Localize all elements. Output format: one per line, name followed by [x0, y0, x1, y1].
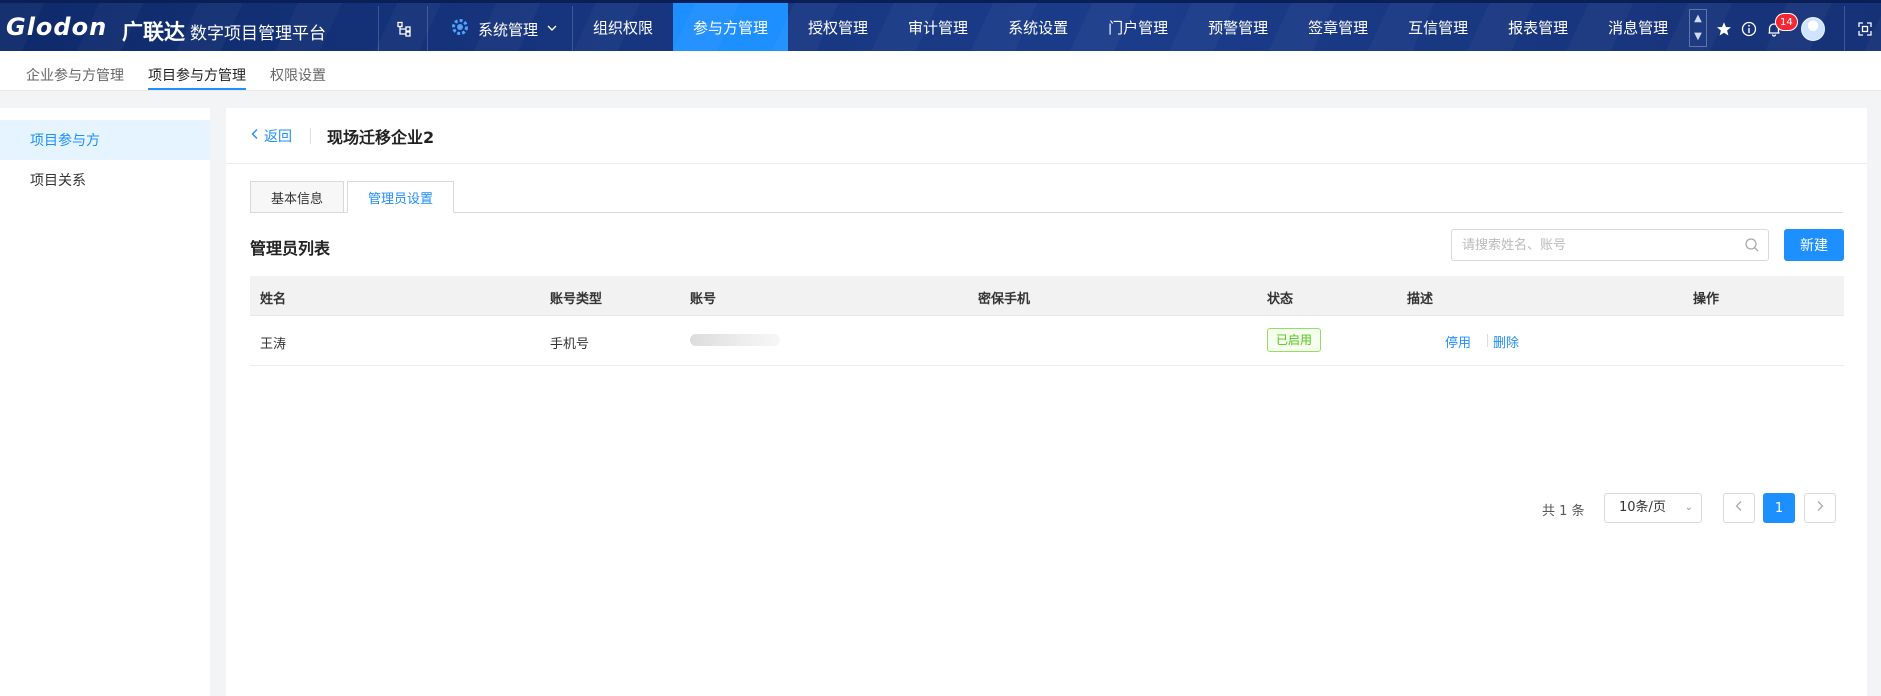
- fullscreen-icon[interactable]: [1853, 17, 1877, 41]
- prev-page-button[interactable]: [1723, 493, 1755, 523]
- page-button-current[interactable]: 1: [1763, 493, 1795, 523]
- page-title: 现场迁移企业2: [327, 128, 435, 147]
- table-header: 姓名 账号类型 账号 密保手机 状态 描述 操作: [250, 276, 1844, 316]
- pagination-total: 共 1 条: [1542, 504, 1585, 519]
- nav-item-org-permissions[interactable]: 组织权限: [573, 3, 673, 51]
- status-badge: 已启用: [1267, 328, 1322, 352]
- divider: [378, 6, 379, 51]
- search-input[interactable]: [1451, 229, 1769, 261]
- search-icon[interactable]: [1744, 237, 1760, 253]
- brand-logo-cn: 广联达: [122, 20, 185, 44]
- chevron-right-icon: [1816, 500, 1824, 516]
- column-header-account-type: 账号类型: [550, 292, 603, 307]
- org-tree-icon[interactable]: [392, 17, 416, 41]
- nav-scroll-control[interactable]: ▲ ▼: [1689, 9, 1707, 47]
- tab-basic-info[interactable]: 基本信息: [250, 181, 345, 213]
- table-row: 王涛 手机号 已启用 停用 删除: [250, 316, 1844, 366]
- avatar[interactable]: [1801, 17, 1825, 41]
- divider: [427, 6, 428, 51]
- next-page-button[interactable]: [1804, 493, 1836, 523]
- sub-nav: 企业参与方管理 项目参与方管理 权限设置: [0, 51, 1881, 91]
- chevron-down-icon: [546, 20, 558, 38]
- top-bar: Glodon 广联达 数字项目管理平台 系统管理 组织权限 参与方管理 授权管理…: [0, 0, 1881, 51]
- column-header-status: 状态: [1267, 292, 1294, 307]
- sidebar: 项目参与方 项目关系: [0, 108, 210, 696]
- subnav-item-enterprise-participants[interactable]: 企业参与方管理: [26, 65, 124, 85]
- nav-item-mutual-trust[interactable]: 互信管理: [1388, 3, 1488, 51]
- column-header-description: 描述: [1407, 292, 1434, 307]
- nav-item-signature[interactable]: 签章管理: [1288, 3, 1388, 51]
- back-label: 返回: [264, 129, 292, 145]
- chevron-left-icon: [1735, 500, 1743, 516]
- chevron-left-icon: [250, 128, 260, 144]
- tab-admin-settings[interactable]: 管理员设置: [347, 181, 455, 213]
- star-icon[interactable]: [1712, 17, 1736, 41]
- cell-account-type: 手机号: [550, 337, 590, 352]
- divider: [1487, 334, 1488, 347]
- column-header-name: 姓名: [260, 292, 287, 307]
- main-nav: 组织权限 参与方管理 授权管理 审计管理 系统设置 门户管理 预警管理 签章管理…: [573, 3, 1688, 51]
- delete-link[interactable]: 删除: [1493, 332, 1519, 351]
- nav-item-audit[interactable]: 审计管理: [888, 3, 988, 51]
- column-header-security-phone: 密保手机: [978, 292, 1031, 307]
- system-menu-button[interactable]: 系统管理: [450, 17, 558, 41]
- cell-name: 王涛: [260, 337, 287, 352]
- active-tab-indicator: [148, 88, 246, 90]
- nav-item-warning[interactable]: 预警管理: [1188, 3, 1288, 51]
- admin-table: 姓名 账号类型 账号 密保手机 状态 描述 操作 王涛 手机号 已启用 停用 删…: [250, 276, 1844, 366]
- main-panel: 返回 现场迁移企业2 基本信息 管理员设置 管理员列表 新建 姓名 账号类型 账…: [226, 108, 1867, 696]
- divider: [1844, 6, 1845, 51]
- column-header-account: 账号: [690, 292, 717, 307]
- nav-item-participant-mgmt[interactable]: 参与方管理: [673, 3, 789, 51]
- gear-icon: [450, 17, 470, 41]
- sidebar-item-project-relations[interactable]: 项目关系: [0, 160, 210, 200]
- column-header-actions: 操作: [1693, 292, 1720, 307]
- back-button[interactable]: 返回: [250, 126, 292, 146]
- cell-account-masked: [690, 334, 780, 346]
- detail-tabs: 基本信息 管理员设置: [250, 181, 1843, 213]
- chevron-down-icon[interactable]: ▼: [1690, 28, 1706, 46]
- subnav-item-permission-settings[interactable]: 权限设置: [270, 65, 326, 85]
- nav-item-reports[interactable]: 报表管理: [1488, 3, 1588, 51]
- panel-header: 返回 现场迁移企业2: [226, 108, 1867, 164]
- nav-item-authorization[interactable]: 授权管理: [788, 3, 888, 51]
- nav-item-system-settings[interactable]: 系统设置: [988, 3, 1088, 51]
- nav-item-messages[interactable]: 消息管理: [1588, 3, 1688, 51]
- disable-link[interactable]: 停用: [1445, 332, 1471, 351]
- nav-item-portal[interactable]: 门户管理: [1088, 3, 1188, 51]
- sidebar-item-project-participants[interactable]: 项目参与方: [0, 120, 210, 160]
- info-icon[interactable]: [1737, 17, 1761, 41]
- system-menu-label: 系统管理: [478, 20, 539, 39]
- new-button[interactable]: 新建: [1784, 229, 1844, 261]
- platform-name: 数字项目管理平台: [190, 24, 326, 44]
- notification-badge: 14: [1775, 13, 1798, 31]
- page-size-select[interactable]: 10条/页 ⌄: [1604, 493, 1702, 523]
- chevron-down-icon: ⌄: [1684, 502, 1693, 513]
- page-size-label: 10条/页: [1619, 500, 1666, 515]
- brand-logo[interactable]: Glodon: [6, 13, 107, 41]
- chevron-up-icon[interactable]: ▲: [1690, 10, 1706, 28]
- subnav-item-project-participants[interactable]: 项目参与方管理: [148, 65, 246, 85]
- section-title: 管理员列表: [250, 239, 331, 258]
- divider: [310, 128, 311, 144]
